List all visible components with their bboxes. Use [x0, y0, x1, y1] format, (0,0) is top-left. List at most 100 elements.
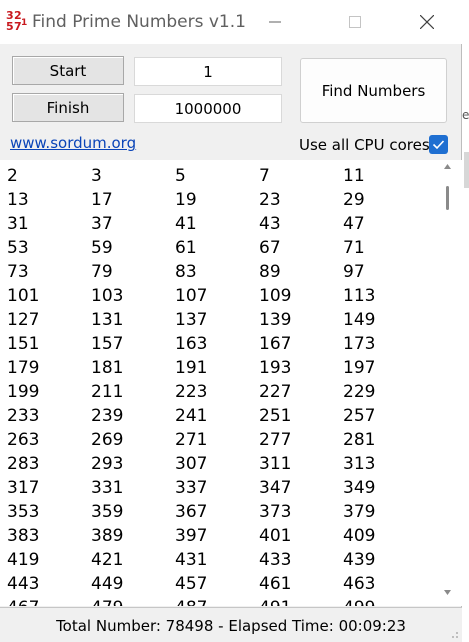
prime-number: 241	[175, 406, 208, 426]
status-bar: Total Number: 78498 - Elapsed Time: 00:0…	[0, 607, 462, 642]
prime-number: 127	[7, 310, 40, 330]
prime-number: 229	[343, 382, 376, 402]
background-text-fragment: e	[462, 108, 469, 122]
list-row[interactable]: 127 131 137 139 149	[7, 309, 427, 333]
prime-number: 431	[175, 550, 208, 570]
prime-number: 53	[7, 238, 29, 258]
list-row[interactable]: 233 239 241 251 257	[7, 405, 427, 429]
background-scroll-fragment	[464, 152, 469, 188]
resize-grip-icon[interactable]	[449, 629, 459, 639]
prime-number: 283	[7, 454, 40, 474]
list-row[interactable]: 419 421 431 433 439	[7, 549, 427, 573]
minimize-button[interactable]	[252, 0, 298, 44]
prime-number: 277	[259, 430, 292, 450]
find-numbers-button[interactable]: Find Numbers	[300, 58, 447, 123]
prime-number: 89	[259, 262, 281, 282]
use-all-cpu-cores-label[interactable]: Use all CPU cores	[299, 136, 430, 154]
prime-number: 461	[259, 574, 292, 594]
list-row[interactable]: 13 17 19 23 29	[7, 189, 427, 213]
prime-number: 2	[7, 166, 18, 186]
list-row[interactable]: 353 359 367 373 379	[7, 501, 427, 525]
prime-number: 163	[175, 334, 208, 354]
prime-number: 373	[259, 502, 292, 522]
title-bar[interactable]: 3 2 5 7 1 Find Prime Numbers v1.1	[0, 0, 462, 44]
prime-number: 13	[7, 190, 29, 210]
list-row[interactable]: 31 37 41 43 47	[7, 213, 427, 237]
status-text: Total Number: 78498 - Elapsed Time: 00:0…	[56, 617, 406, 635]
prime-number: 31	[7, 214, 29, 234]
list-row[interactable]: 101 103 107 109 113	[7, 285, 427, 309]
prime-number: 197	[343, 358, 376, 378]
prime-number: 137	[175, 310, 208, 330]
prime-number: 29	[343, 190, 365, 210]
prime-number: 131	[91, 310, 124, 330]
prime-number: 211	[91, 382, 124, 402]
list-row[interactable]: 179 181 191 193 197	[7, 357, 427, 381]
list-row[interactable]: 443 449 457 461 463	[7, 573, 427, 597]
prime-number: 317	[7, 478, 40, 498]
scroll-down-arrow[interactable]	[441, 590, 454, 602]
start-input[interactable]	[134, 57, 282, 86]
scroll-up-arrow[interactable]	[441, 164, 454, 176]
prime-number: 347	[259, 478, 292, 498]
prime-number: 397	[175, 526, 208, 546]
prime-number: 439	[343, 550, 376, 570]
prime-rows: 2 3 5 7 11 13 17 19 23 29 31 37 41 43 47 53 59 61 67 71 73 79…	[7, 165, 427, 606]
prime-number: 349	[343, 478, 376, 498]
prime-number: 37	[91, 214, 113, 234]
prime-number: 457	[175, 574, 208, 594]
list-row[interactable]: 283 293 307 311 313	[7, 453, 427, 477]
list-scrollbar[interactable]	[441, 160, 454, 606]
list-row[interactable]: 53 59 61 67 71	[7, 237, 427, 261]
check-icon	[432, 140, 445, 150]
prime-number: 101	[7, 286, 40, 306]
prime-numbers-list[interactable]: 2 3 5 7 11 13 17 19 23 29 31 37 41 43 47 53 59 61 67 71 73 79…	[0, 160, 462, 606]
svg-text:5: 5	[6, 20, 14, 31]
prime-number: 179	[7, 358, 40, 378]
prime-number: 467	[7, 597, 39, 606]
prime-number: 401	[259, 526, 292, 546]
sordum-website-link[interactable]: www.sordum.org	[10, 134, 136, 152]
prime-number: 79	[91, 262, 113, 282]
prime-number: 307	[175, 454, 208, 474]
list-row[interactable]: 2 3 5 7 11	[7, 165, 427, 189]
maximize-button[interactable]	[332, 0, 378, 44]
start-label: Start	[12, 56, 124, 85]
prime-number: 43	[259, 214, 281, 234]
scroll-thumb[interactable]	[446, 186, 449, 210]
close-button[interactable]	[404, 0, 450, 44]
prime-number: 103	[91, 286, 124, 306]
prime-number: 271	[175, 430, 208, 450]
prime-number: 353	[7, 502, 40, 522]
prime-number: 359	[91, 502, 124, 522]
finish-label: Finish	[12, 93, 124, 122]
prime-number: 97	[343, 262, 365, 282]
close-icon	[420, 15, 434, 29]
prime-number: 257	[343, 406, 376, 426]
list-row[interactable]: 151 157 163 167 173	[7, 333, 427, 357]
finish-input[interactable]	[134, 94, 282, 123]
prime-number: 113	[343, 286, 376, 306]
use-all-cpu-cores-checkbox[interactable]	[429, 135, 448, 154]
list-row[interactable]: 467 479 487 491 499	[7, 597, 427, 606]
list-row[interactable]: 199 211 223 227 229	[7, 381, 427, 405]
list-row[interactable]: 263 269 271 277 281	[7, 429, 427, 453]
prime-number: 263	[7, 430, 40, 450]
list-row[interactable]: 383 389 397 401 409	[7, 525, 427, 549]
prime-number: 383	[7, 526, 40, 546]
prime-number: 223	[175, 382, 208, 402]
prime-number: 479	[91, 597, 123, 606]
prime-number: 109	[259, 286, 292, 306]
prime-number: 421	[91, 550, 124, 570]
prime-number: 3	[91, 166, 102, 186]
prime-number: 227	[259, 382, 292, 402]
prime-number: 233	[7, 406, 40, 426]
list-row[interactable]: 317 331 337 347 349	[7, 477, 427, 501]
prime-number: 61	[175, 238, 197, 258]
prime-number: 313	[343, 454, 376, 474]
prime-number: 491	[259, 597, 291, 606]
prime-number: 311	[259, 454, 292, 474]
prime-number: 199	[7, 382, 40, 402]
prime-number: 433	[259, 550, 292, 570]
list-row[interactable]: 73 79 83 89 97	[7, 261, 427, 285]
